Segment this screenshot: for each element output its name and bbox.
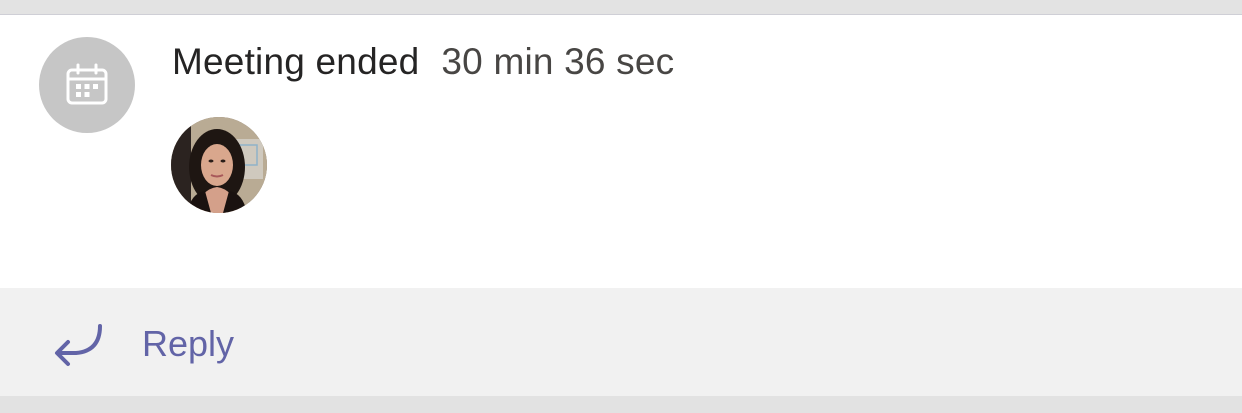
meeting-title: Meeting ended — [172, 41, 420, 82]
calendar-icon — [66, 63, 108, 105]
reply-bar[interactable]: Reply — [0, 288, 1242, 396]
meeting-header: Meeting ended 30 min 36 sec — [172, 39, 674, 85]
meeting-card: Meeting ended 30 min 36 sec — [0, 15, 1242, 288]
bottom-strip — [0, 396, 1242, 413]
participant-avatar[interactable] — [171, 117, 267, 213]
reply-button[interactable]: Reply — [142, 321, 234, 367]
meeting-icon — [39, 37, 135, 133]
meeting-duration: 30 min 36 sec — [441, 41, 675, 82]
top-strip — [0, 0, 1242, 14]
reply-arrow-icon[interactable] — [50, 323, 104, 367]
participant-photo — [171, 117, 267, 213]
